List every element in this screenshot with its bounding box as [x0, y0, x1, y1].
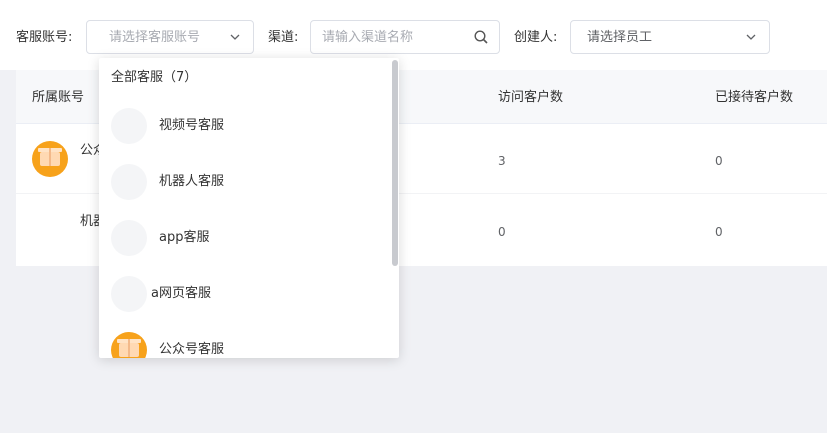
creator-select-placeholder: 请选择员工 [587, 30, 653, 45]
dropdown-item-label: app客服 [159, 230, 210, 245]
dropdown-item[interactable]: 视频号客服 [99, 98, 391, 154]
visitors-count: 0 [498, 225, 506, 239]
account-select[interactable]: 请选择客服账号 [86, 20, 254, 54]
dropdown-item-label: 机器人客服 [159, 174, 225, 189]
account-avatar [111, 164, 147, 200]
dropdown-item[interactable]: app客服 [99, 210, 391, 266]
dropdown-item[interactable]: 机器人客服 [99, 154, 391, 210]
account-dropdown-panel: 全部客服（7） 视频号客服 机器人客服 app客服 a网页客服 公众号客服 [99, 58, 399, 358]
column-header-visitors: 访问客户数 [498, 90, 564, 105]
search-icon[interactable] [473, 29, 489, 45]
channel-search-input[interactable]: 请输入渠道名称 [310, 20, 500, 54]
visitors-count: 3 [498, 154, 506, 168]
channel-input-placeholder: 请输入渠道名称 [322, 30, 414, 45]
account-avatar [32, 141, 68, 177]
column-header-account: 所属账号 [32, 90, 85, 105]
dropdown-item[interactable]: 公众号客服 [99, 322, 391, 358]
dropdown-item[interactable]: a网页客服 [99, 266, 391, 322]
dropdown-all-accounts-option[interactable]: 全部客服（7） [111, 69, 197, 87]
account-avatar [111, 332, 147, 358]
creator-filter-label: 创建人: [514, 30, 558, 45]
channel-filter-label: 渠道: [268, 30, 299, 45]
dropdown-scrollbar[interactable] [392, 60, 398, 266]
creator-select[interactable]: 请选择员工 [570, 20, 770, 54]
column-header-served: 已接待客户数 [715, 90, 794, 105]
chevron-down-icon [230, 34, 240, 40]
box-icon [117, 339, 141, 357]
account-avatar [111, 108, 147, 144]
account-avatar [111, 220, 147, 256]
dropdown-item-label: 公众号客服 [159, 342, 225, 357]
box-icon [38, 148, 62, 166]
account-select-placeholder: 请选择客服账号 [109, 30, 201, 45]
dropdown-item-label: 视频号客服 [159, 118, 225, 133]
chevron-down-icon [746, 34, 756, 40]
served-count: 0 [715, 154, 723, 168]
served-count: 0 [715, 225, 723, 239]
account-filter-label: 客服账号: [16, 30, 73, 45]
dropdown-item-label: a网页客服 [151, 286, 211, 301]
account-avatar [111, 276, 147, 312]
